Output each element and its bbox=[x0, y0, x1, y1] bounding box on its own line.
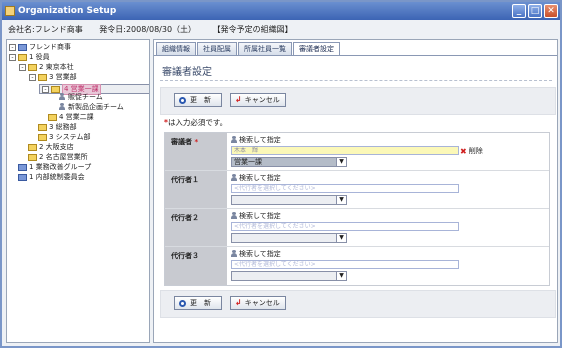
title-divider bbox=[160, 80, 552, 81]
folder-icon bbox=[38, 123, 47, 131]
deputy-2-dept-select[interactable]: ▼ bbox=[231, 233, 347, 243]
person-search-icon bbox=[231, 212, 237, 220]
org-tree: - フレンド商事 -1 役員 -2 東京本社 -3 営業部 -4 営業一課 販促チ… bbox=[6, 39, 150, 343]
group-folder-icon bbox=[18, 173, 27, 181]
tree-node[interactable]: -1 役員 bbox=[9, 52, 50, 62]
tree-node[interactable]: 4 営業二課 bbox=[48, 112, 94, 122]
tree-node-team[interactable]: 販促チーム bbox=[59, 92, 103, 102]
tab-member-list[interactable]: 所属社員一覧 bbox=[238, 42, 292, 55]
search-link[interactable]: 検索して指定 bbox=[231, 173, 549, 183]
deputy-row-3: 代行者３ 検索して指定 <代行者を選択してください> ▼ bbox=[165, 247, 549, 285]
chevron-down-icon: ▼ bbox=[336, 272, 346, 280]
tree-node-team[interactable]: 新製品企画チーム bbox=[59, 102, 124, 112]
tree-node[interactable]: 3 総務部 bbox=[38, 122, 77, 132]
team-icon bbox=[59, 93, 65, 101]
deputy-row-1: 代行者１ 検索して指定 <代行者を選択してください> ▼ bbox=[165, 171, 549, 209]
tree-node[interactable]: 1 内部統制委員会 bbox=[18, 172, 85, 182]
collapse-icon[interactable]: - bbox=[42, 85, 49, 93]
delete-icon: ✖ bbox=[460, 146, 467, 156]
search-link[interactable]: 検索して指定 bbox=[231, 135, 549, 145]
tab-divider bbox=[154, 55, 557, 56]
search-link[interactable]: 検索して指定 bbox=[231, 249, 549, 259]
folder-icon bbox=[38, 133, 47, 141]
app-icon bbox=[5, 6, 15, 16]
tab-bar: 組織情報 社員配属 所属社員一覧 審議者設定 bbox=[156, 42, 340, 56]
reviewer-row: 審議者 * 検索して指定 木本 輝 営業一課 ▼ ✖ 削除 bbox=[165, 133, 549, 171]
update-button-bottom[interactable]: 更 新 bbox=[174, 296, 222, 310]
deputy-2-label: 代行者２ bbox=[165, 209, 227, 246]
update-button[interactable]: 更 新 bbox=[174, 93, 222, 107]
tab-org-info[interactable]: 組織情報 bbox=[156, 42, 196, 55]
collapse-icon[interactable]: - bbox=[9, 43, 16, 51]
update-icon bbox=[179, 96, 186, 104]
deputy-3-dept-select[interactable]: ▼ bbox=[231, 271, 347, 281]
tree-node[interactable]: 2 名古屋営業所 bbox=[28, 152, 88, 162]
deputy-2-name-field[interactable]: <代行者を選択してください> bbox=[231, 222, 459, 231]
collapse-icon[interactable]: - bbox=[29, 73, 36, 81]
reviewer-name-field[interactable]: 木本 輝 bbox=[231, 146, 459, 155]
folder-icon bbox=[48, 113, 57, 121]
collapse-icon[interactable]: - bbox=[9, 53, 16, 61]
deputy-3-label: 代行者３ bbox=[165, 247, 227, 285]
return-icon: ↲ bbox=[235, 95, 242, 104]
tree-node-root[interactable]: - フレンド商事 bbox=[9, 42, 71, 52]
issue-date: 発令日:2008/08/30（土） bbox=[99, 25, 197, 34]
chevron-down-icon: ▼ bbox=[336, 158, 346, 166]
deputy-1-name-field[interactable]: <代行者を選択してください> bbox=[231, 184, 459, 193]
main-panel: 組織情報 社員配属 所属社員一覧 審議者設定 審議者設定 更 新 ↲ キャンセル … bbox=[153, 39, 558, 343]
org-chart-label: 【発令予定の組織図】 bbox=[212, 25, 293, 34]
reviewer-dept-select[interactable]: 営業一課 ▼ bbox=[231, 157, 347, 167]
folder-icon bbox=[28, 63, 37, 71]
reviewer-label: 審議者 * bbox=[165, 133, 227, 170]
window-title: Organization Setup bbox=[18, 6, 117, 16]
chevron-down-icon: ▼ bbox=[336, 196, 346, 204]
minimize-button[interactable]: _ bbox=[512, 4, 526, 18]
person-search-icon bbox=[231, 174, 237, 182]
top-button-bar: 更 新 ↲ キャンセル bbox=[160, 87, 556, 115]
deputy-1-dept-select[interactable]: ▼ bbox=[231, 195, 347, 205]
folder-icon bbox=[38, 73, 47, 81]
info-bar: 会社名:フレンド商事 発令日:2008/08/30（土） 【発令予定の組織図】 bbox=[4, 22, 558, 38]
group-folder-icon bbox=[18, 163, 27, 171]
collapse-icon[interactable]: - bbox=[19, 63, 26, 71]
tree-node[interactable]: 1 業務改善グループ bbox=[18, 162, 91, 172]
tab-reviewer-settings[interactable]: 審議者設定 bbox=[293, 42, 340, 56]
cancel-button[interactable]: ↲ キャンセル bbox=[230, 93, 286, 107]
page-title: 審議者設定 bbox=[162, 67, 212, 78]
company-folder-icon bbox=[18, 43, 27, 51]
team-icon bbox=[59, 103, 65, 111]
folder-icon bbox=[28, 153, 37, 161]
required-note: *は入力必須です。 bbox=[164, 118, 228, 127]
bottom-button-bar: 更 新 ↲ キャンセル bbox=[160, 290, 556, 318]
reviewer-form: 審議者 * 検索して指定 木本 輝 営業一課 ▼ ✖ 削除 代行者１ 検索して指定 … bbox=[164, 132, 550, 286]
return-icon: ↲ bbox=[235, 298, 242, 307]
tree-node[interactable]: 3 システム部 bbox=[38, 132, 90, 142]
close-button[interactable]: ✕ bbox=[544, 4, 558, 18]
deputy-row-2: 代行者２ 検索して指定 <代行者を選択してください> ▼ bbox=[165, 209, 549, 247]
maximize-button[interactable]: □ bbox=[528, 4, 542, 18]
company-name: 会社名:フレンド商事 bbox=[8, 25, 83, 34]
title-bar: Organization Setup _ □ ✕ bbox=[2, 2, 560, 20]
person-search-icon bbox=[231, 250, 237, 258]
cancel-button-bottom[interactable]: ↲ キャンセル bbox=[230, 296, 286, 310]
person-search-icon bbox=[231, 136, 237, 144]
search-link[interactable]: 検索して指定 bbox=[231, 211, 549, 221]
folder-icon bbox=[28, 143, 37, 151]
delete-button[interactable]: ✖ 削除 bbox=[460, 146, 483, 156]
deputy-1-label: 代行者１ bbox=[165, 171, 227, 208]
app-window: Organization Setup _ □ ✕ 会社名:フレンド商事 発令日:… bbox=[0, 0, 562, 348]
folder-icon bbox=[18, 53, 27, 61]
update-icon bbox=[179, 299, 186, 307]
tree-node[interactable]: 2 大阪支店 bbox=[28, 142, 74, 152]
tree-node[interactable]: -3 営業部 bbox=[29, 72, 77, 82]
tab-staff-assignment[interactable]: 社員配属 bbox=[197, 42, 237, 55]
deputy-3-name-field[interactable]: <代行者を選択してください> bbox=[231, 260, 459, 269]
tree-node[interactable]: -2 東京本社 bbox=[19, 62, 74, 72]
chevron-down-icon: ▼ bbox=[336, 234, 346, 242]
